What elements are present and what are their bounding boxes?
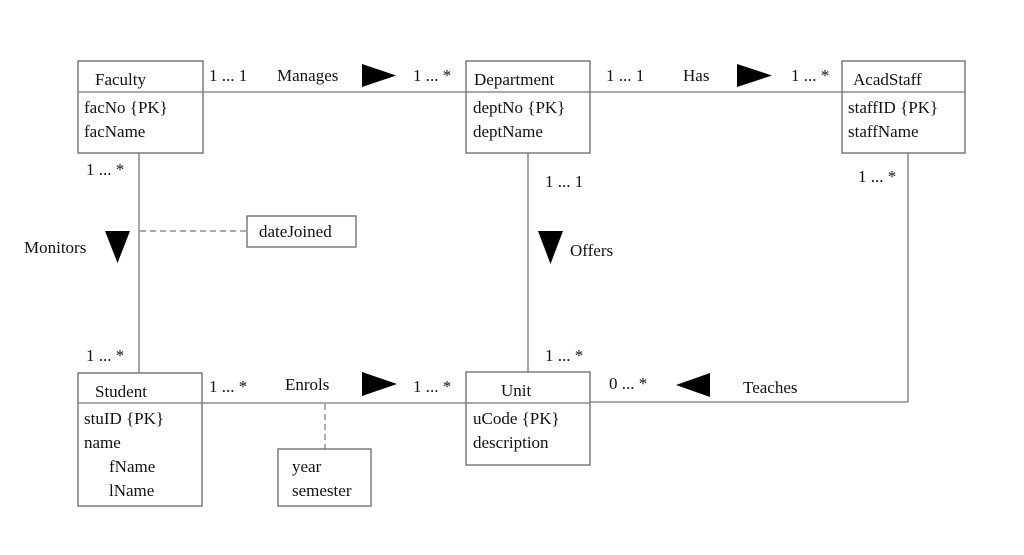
entity-student-title: Student	[95, 382, 147, 401]
unit-attr-ucode: uCode {PK}	[473, 409, 560, 428]
department-attr-deptno: deptNo {PK}	[473, 98, 566, 117]
offers-direction-arrow-icon	[538, 231, 563, 264]
teaches-line	[590, 153, 909, 403]
enrols-from-multiplicity: 1 ... *	[209, 377, 248, 396]
faculty-attr-facname: facName	[84, 122, 146, 141]
manages-to-multiplicity: 1 ... *	[413, 66, 452, 85]
relationship-manages-label: Manages	[277, 66, 339, 85]
acadstaff-attr-staffname: staffName	[848, 122, 919, 141]
entity-department-title: Department	[474, 70, 555, 89]
relationship-enrols-label: Enrols	[285, 375, 330, 394]
has-from-multiplicity: 1 ... 1	[606, 66, 645, 85]
monitors-to-multiplicity: 1 ... *	[86, 346, 125, 365]
teaches-direction-arrow-icon	[676, 373, 710, 397]
teaches-to-multiplicity: 0 ... *	[609, 374, 648, 393]
offers-to-multiplicity: 1 ... *	[545, 346, 584, 365]
relationship-offers-label: Offers	[570, 241, 614, 260]
enrols-attr-semester: semester	[292, 481, 352, 500]
enrols-to-multiplicity: 1 ... *	[413, 377, 452, 396]
has-direction-arrow-icon	[737, 64, 772, 87]
enrols-direction-arrow-icon	[362, 372, 397, 396]
offers-from-multiplicity: 1 ... 1	[545, 172, 584, 191]
department-attr-deptname: deptName	[473, 122, 543, 141]
enrols-attr-year: year	[292, 457, 322, 476]
faculty-attr-facno: facNo {PK}	[84, 98, 168, 117]
entity-unit-title: Unit	[501, 381, 532, 400]
monitors-from-multiplicity: 1 ... *	[86, 160, 125, 179]
relationship-has-label: Has	[683, 66, 710, 85]
student-attr-lname: lName	[109, 481, 155, 500]
entity-faculty-title: Faculty	[95, 70, 146, 89]
student-attr-name: name	[84, 433, 121, 452]
relationship-teaches-label: Teaches	[743, 378, 798, 397]
student-attr-stuid: stuID {PK}	[84, 409, 165, 428]
teaches-from-multiplicity: 1 ... *	[858, 167, 897, 186]
entity-acadstaff-title: AcadStaff	[853, 70, 922, 89]
acadstaff-attr-staffid: staffID {PK}	[848, 98, 939, 117]
unit-attr-description: description	[473, 433, 549, 452]
monitors-attr-datejoined: dateJoined	[259, 222, 332, 241]
student-attr-fname: fName	[109, 457, 156, 476]
has-to-multiplicity: 1 ... *	[791, 66, 830, 85]
monitors-direction-arrow-icon	[105, 231, 130, 263]
manages-from-multiplicity: 1 ... 1	[209, 66, 248, 85]
relationship-monitors-label: Monitors	[24, 238, 87, 257]
manages-direction-arrow-icon	[362, 64, 396, 87]
